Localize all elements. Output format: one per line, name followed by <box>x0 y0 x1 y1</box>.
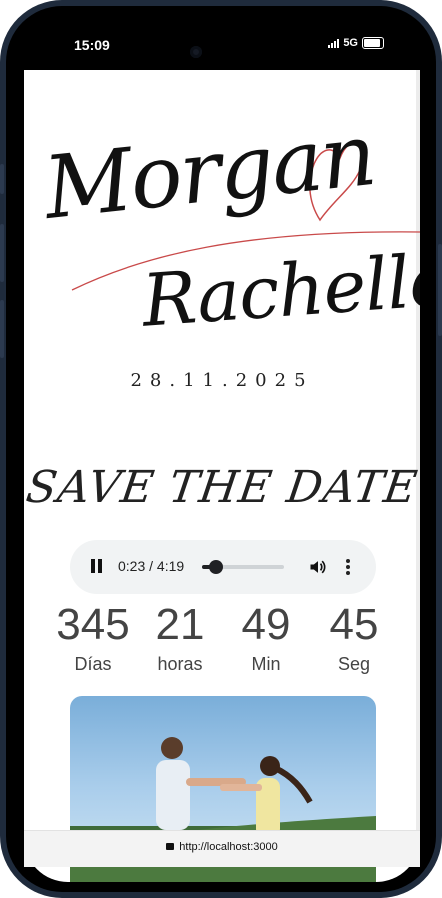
more-options-icon[interactable] <box>346 557 352 577</box>
audio-seek-bar[interactable] <box>202 560 284 574</box>
mute-switch <box>0 164 4 194</box>
countdown-value: 45 <box>329 600 379 649</box>
web-page[interactable]: Morgan Rachelle 28.11.2025 SAVE THE DATE… <box>24 70 420 882</box>
audio-seek-knob[interactable] <box>209 560 224 574</box>
countdown-label: Días <box>74 654 112 674</box>
countdown-item: 345 Días <box>44 600 142 675</box>
audio-player[interactable]: 0:23 / 4:19 <box>70 540 376 594</box>
pause-button[interactable] <box>90 559 104 573</box>
status-indicators: 5G <box>328 37 384 49</box>
countdown-value: 21 <box>155 600 205 649</box>
status-bar: 15:09 5G <box>24 22 420 70</box>
countdown-item: 49 Min <box>230 600 302 675</box>
countdown-label: Seg <box>337 654 371 674</box>
audio-time: 0:23 / 4:19 <box>118 558 185 574</box>
power-button <box>438 244 442 336</box>
browser-url-bar[interactable]: http://localhost:3000 <box>24 830 420 867</box>
url-text-wrap[interactable]: http://localhost:3000 <box>24 841 420 853</box>
countdown-item: 21 horas <box>144 600 216 675</box>
countdown-label: horas <box>157 654 203 674</box>
countdown-item: 45 Seg <box>318 600 390 675</box>
countdown-label: Min <box>251 654 281 674</box>
status-time: 15:09 <box>74 37 110 53</box>
front-camera <box>190 46 202 58</box>
volume-up-button <box>0 224 4 282</box>
url-text: http://localhost:3000 <box>179 841 278 853</box>
couple-names: Morgan Rachelle 28.11.2025 <box>24 70 420 400</box>
countdown-value: 345 <box>56 600 130 649</box>
countdown-value: 49 <box>241 600 291 649</box>
volume-icon[interactable] <box>308 557 328 577</box>
volume-down-button <box>0 300 4 358</box>
battery-icon <box>362 37 384 49</box>
save-the-date-title: SAVE THE DATE <box>24 462 420 513</box>
lock-icon <box>166 843 175 850</box>
signal-icon <box>328 38 340 48</box>
wedding-date: 28.11.2025 <box>130 370 314 391</box>
network-label: 5G <box>343 37 358 49</box>
